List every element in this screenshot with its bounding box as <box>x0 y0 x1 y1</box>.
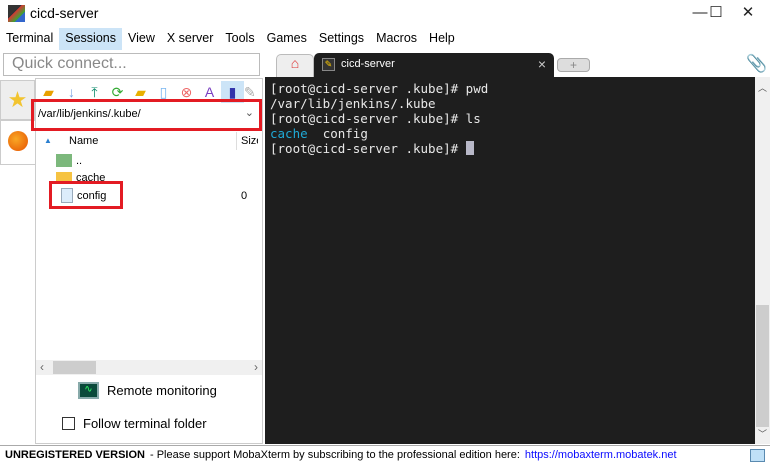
mobatek-link[interactable]: https://mobaxterm.mobatek.net <box>525 449 677 461</box>
monitor-icon: ∿ <box>78 382 99 399</box>
ls-file: config <box>307 126 368 141</box>
follow-terminal-folder-label: Follow terminal folder <box>83 416 207 431</box>
tab-close-button[interactable]: × <box>538 57 546 72</box>
window-title: cicd-server <box>30 5 99 21</box>
globe-icon <box>8 131 28 151</box>
file-name: .. <box>76 154 83 167</box>
sort-asc-icon: ▲ <box>44 136 52 145</box>
terminal[interactable]: [root@cicd-server .kube]# pwd/var/lib/je… <box>265 77 755 444</box>
sessions-star-tab[interactable]: ★ <box>0 80 35 120</box>
terminal-line: /var/lib/jenkins/.kube <box>270 96 436 111</box>
menu-bar: Terminal Sessions View X server Tools Ga… <box>0 28 461 50</box>
path-value: /var/lib/jenkins/.kube/ <box>38 108 141 120</box>
scrollbar-thumb[interactable] <box>53 361 96 374</box>
scroll-up-icon[interactable]: ︿ <box>758 81 767 94</box>
terminal-line: [root@cicd-server .kube]# ls <box>270 111 481 126</box>
tab-cicd-server[interactable]: ✎ cicd-server × <box>314 53 554 77</box>
menu-view[interactable]: View <box>122 28 161 50</box>
remote-monitoring-label: Remote monitoring <box>107 383 217 398</box>
menu-terminal[interactable]: Terminal <box>0 28 59 50</box>
quick-connect-input[interactable]: Quick connect... <box>3 53 260 76</box>
terminal-line: cache config <box>270 126 750 141</box>
sftp-tab[interactable] <box>0 120 35 165</box>
parent-folder-icon <box>56 154 72 167</box>
unregistered-label: UNREGISTERED VERSION <box>5 449 145 461</box>
menu-games[interactable]: Games <box>261 28 313 50</box>
terminal-scrollbar[interactable]: ︿ ﹀ <box>755 77 770 444</box>
monitor-status-icon[interactable] <box>750 449 765 462</box>
home-icon: ⌂ <box>290 55 300 71</box>
app-icon <box>8 5 25 22</box>
close-button[interactable]: ✕ <box>728 0 768 28</box>
terminal-cursor <box>465 141 474 155</box>
menu-sessions[interactable]: Sessions <box>59 28 122 50</box>
menu-macros[interactable]: Macros <box>370 28 423 50</box>
horizontal-scrollbar[interactable]: ‹ › <box>36 360 262 375</box>
file-icon <box>61 188 73 203</box>
remote-monitoring-button[interactable]: ∿ Remote monitoring <box>78 382 217 399</box>
follow-terminal-folder[interactable]: Follow terminal folder <box>62 416 207 431</box>
paperclip-icon[interactable]: 📎 <box>746 54 767 74</box>
tab-home[interactable]: ⌂ <box>276 54 314 77</box>
file-size: 0 <box>241 190 248 202</box>
scroll-down-icon[interactable]: ﹀ <box>758 427 767 440</box>
checkbox[interactable] <box>62 417 75 430</box>
column-size[interactable]: Size <box>236 132 258 150</box>
new-tab-button[interactable]: + <box>557 58 590 72</box>
column-name[interactable]: Name <box>69 135 98 147</box>
menu-help[interactable]: Help <box>423 28 461 50</box>
file-row-config[interactable]: config <box>61 188 106 203</box>
terminal-prompt: [root@cicd-server .kube]# <box>270 141 466 156</box>
menu-tools[interactable]: Tools <box>219 28 260 50</box>
scroll-right-icon[interactable]: › <box>254 360 258 374</box>
terminal-line: [root@cicd-server .kube]# <box>270 141 750 156</box>
star-icon: ★ <box>7 87 28 112</box>
scrollbar-thumb[interactable] <box>756 305 769 427</box>
tab-label: cicd-server <box>341 58 395 70</box>
scroll-left-icon[interactable]: ‹ <box>40 360 44 374</box>
chevron-down-icon: ⌄ <box>244 107 254 119</box>
ssh-key-icon: ✎ <box>322 58 335 71</box>
menu-settings[interactable]: Settings <box>313 28 370 50</box>
status-bar: UNREGISTERED VERSION - Please support Mo… <box>0 445 770 464</box>
status-message: - Please support MobaXterm by subscribin… <box>149 449 520 461</box>
terminal-line: [root@cicd-server .kube]# pwd <box>270 81 489 96</box>
path-combobox[interactable]: /var/lib/jenkins/.kube/ ⌄ <box>36 104 258 126</box>
file-row-parent[interactable]: .. <box>56 154 82 167</box>
ls-directory: cache <box>270 126 308 141</box>
menu-x-server[interactable]: X server <box>161 28 220 50</box>
file-name: config <box>77 189 107 202</box>
